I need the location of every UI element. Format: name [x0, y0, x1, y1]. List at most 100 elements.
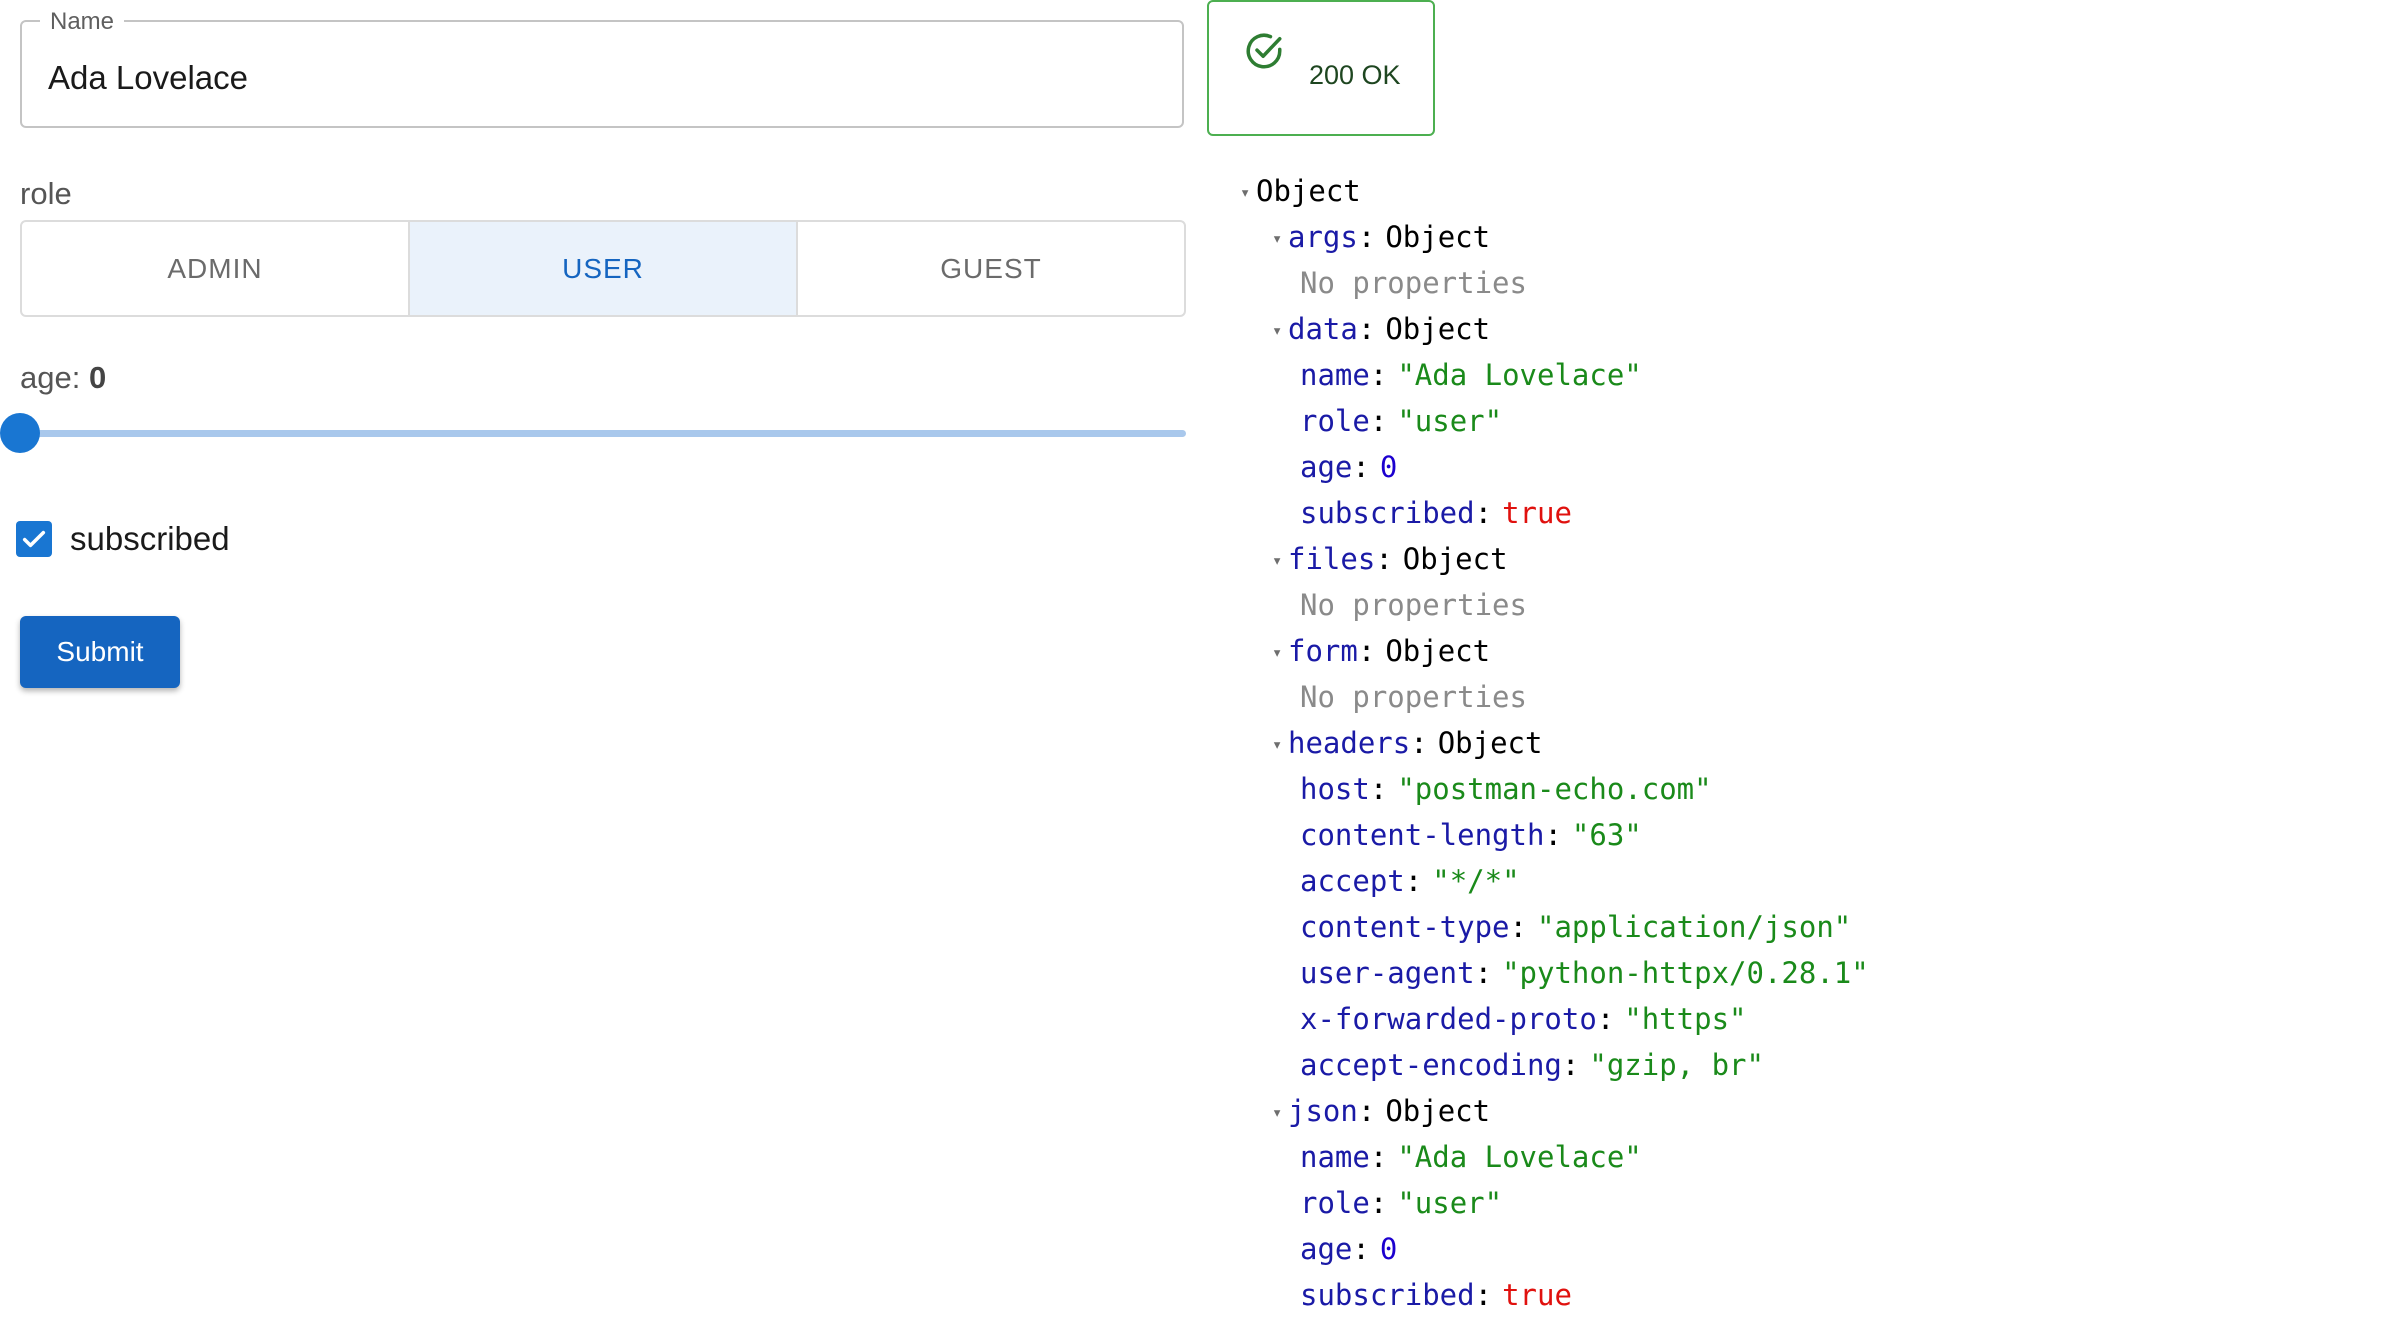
- inspector-colon: :: [1474, 1278, 1493, 1312]
- inspector-key: data: [1288, 312, 1358, 346]
- inspector-colon: :: [1474, 956, 1493, 990]
- inspector-key: name: [1300, 1140, 1370, 1174]
- checkmark-icon: [22, 530, 46, 548]
- inspector-value: "https": [1624, 1002, 1747, 1036]
- inspector-colon: :: [1352, 1232, 1370, 1266]
- inspector-row[interactable]: ▾ args: Object: [1240, 214, 1869, 260]
- inspector-row[interactable]: ▾ headers: Object: [1240, 720, 1869, 766]
- inspector-row: No properties: [1240, 260, 1869, 306]
- inspector-key: content-length: [1300, 818, 1545, 852]
- name-field[interactable]: Name Ada Lovelace: [20, 10, 1184, 128]
- inspector-value: Object: [1385, 312, 1491, 346]
- name-field-label: Name: [40, 10, 125, 34]
- inspector-row[interactable]: ▾ data: Object: [1240, 306, 1869, 352]
- inspector-value: "postman-echo.com": [1397, 772, 1712, 806]
- inspector-empty-label: No properties: [1300, 266, 1527, 300]
- inspector-colon: :: [1357, 220, 1376, 254]
- role-option-user[interactable]: USER: [410, 222, 798, 315]
- subscribed-checkbox[interactable]: [16, 521, 52, 557]
- inspector-row[interactable]: ▾ json: Object: [1240, 1088, 1869, 1134]
- inspector-value: "Ada Lovelace": [1397, 358, 1642, 392]
- inspector-row: accept: "*/*": [1240, 858, 1869, 904]
- subscribed-row: subscribed: [16, 520, 230, 558]
- inspector-value: 0: [1379, 450, 1398, 484]
- submit-button[interactable]: Submit: [20, 616, 180, 688]
- inspector-empty-label: No properties: [1300, 588, 1527, 622]
- inspector-colon: :: [1352, 450, 1370, 484]
- inspector-colon: :: [1509, 910, 1527, 944]
- inspector-row: accept-encoding: "gzip, br": [1240, 1042, 1869, 1088]
- inspector-value: true: [1502, 1278, 1572, 1312]
- inspector-row: age: 0: [1240, 444, 1869, 490]
- name-input[interactable]: Ada Lovelace: [48, 58, 248, 98]
- expand-arrow-icon[interactable]: ▾: [1240, 170, 1256, 216]
- inspector-row: name: "Ada Lovelace": [1240, 352, 1869, 398]
- inspector-row: content-type: "application/json": [1240, 904, 1869, 950]
- inspector-key: user-agent: [1300, 956, 1475, 990]
- expand-arrow-icon[interactable]: ▾: [1272, 630, 1288, 676]
- inspector-row[interactable]: ▾ files: Object: [1240, 536, 1869, 582]
- inspector-key: json: [1288, 1094, 1358, 1128]
- inspector-value: "python-httpx/0.28.1": [1502, 956, 1869, 990]
- inspector-value: Object: [1385, 634, 1491, 668]
- inspector-row: age: 0: [1240, 1226, 1869, 1272]
- inspector-colon: :: [1544, 818, 1562, 852]
- inspector-key: args: [1288, 220, 1358, 254]
- status-badge: 200 OK: [1207, 0, 1435, 136]
- inspector-value: Object: [1385, 1094, 1491, 1128]
- inspector-value: "user": [1397, 1186, 1503, 1220]
- inspector-row: user-agent: "python-httpx/0.28.1": [1240, 950, 1869, 996]
- inspector-value: "*/*": [1432, 864, 1520, 898]
- inspector-key: subscribed: [1300, 1278, 1475, 1312]
- inspector-key: files: [1288, 542, 1376, 576]
- inspector-value: true: [1502, 496, 1572, 530]
- inspector-colon: :: [1596, 1002, 1615, 1036]
- inspector-row[interactable]: ▾ Object: [1240, 168, 1869, 214]
- inspector-colon: :: [1404, 864, 1423, 898]
- inspector-key: accept-encoding: [1300, 1048, 1562, 1082]
- expand-arrow-icon[interactable]: ▾: [1272, 1090, 1288, 1136]
- json-inspector: ▾ Object ▾ args: Object No properties ▾ data: Ob…: [1240, 168, 1869, 1318]
- expand-arrow-icon[interactable]: ▾: [1272, 216, 1288, 262]
- role-toggle-group: ADMIN USER GUEST: [20, 220, 1186, 317]
- inspector-value: "user": [1397, 404, 1503, 438]
- inspector-key: role: [1300, 1186, 1370, 1220]
- age-slider-track[interactable]: [20, 430, 1186, 437]
- inspector-value: 0: [1379, 1232, 1398, 1266]
- role-option-admin[interactable]: ADMIN: [22, 222, 410, 315]
- inspector-value: Object: [1437, 726, 1543, 760]
- expand-arrow-icon[interactable]: ▾: [1272, 722, 1288, 768]
- age-slider-thumb[interactable]: [0, 413, 40, 453]
- inspector-value: "Ada Lovelace": [1397, 1140, 1642, 1174]
- inspector-root-label: Object: [1256, 174, 1361, 208]
- inspector-key: form: [1288, 634, 1358, 668]
- role-option-guest[interactable]: GUEST: [798, 222, 1184, 315]
- inspector-colon: :: [1410, 726, 1428, 760]
- inspector-row: role: "user": [1240, 398, 1869, 444]
- inspector-key: subscribed: [1300, 496, 1475, 530]
- inspector-key: age: [1300, 1232, 1353, 1266]
- inspector-colon: :: [1369, 1186, 1388, 1220]
- age-label: age: 0: [20, 360, 106, 396]
- inspector-row[interactable]: ▾ form: Object: [1240, 628, 1869, 674]
- inspector-colon: :: [1369, 358, 1388, 392]
- inspector-row: No properties: [1240, 582, 1869, 628]
- inspector-row: host: "postman-echo.com": [1240, 766, 1869, 812]
- inspector-value: Object: [1385, 220, 1491, 254]
- subscribed-label: subscribed: [70, 520, 230, 557]
- inspector-empty-label: No properties: [1300, 680, 1527, 714]
- inspector-key: age: [1300, 450, 1353, 484]
- inspector-colon: :: [1369, 1140, 1388, 1174]
- inspector-key: name: [1300, 358, 1370, 392]
- inspector-colon: :: [1561, 1048, 1580, 1082]
- check-circle-icon: [1246, 33, 1282, 69]
- expand-arrow-icon[interactable]: ▾: [1272, 308, 1288, 354]
- role-label: role: [20, 176, 72, 211]
- inspector-colon: :: [1357, 1094, 1376, 1128]
- expand-arrow-icon[interactable]: ▾: [1272, 538, 1288, 584]
- inspector-row: role: "user": [1240, 1180, 1869, 1226]
- inspector-row: No properties: [1240, 674, 1869, 720]
- inspector-colon: :: [1474, 496, 1493, 530]
- inspector-colon: :: [1357, 634, 1376, 668]
- inspector-key: host: [1300, 772, 1370, 806]
